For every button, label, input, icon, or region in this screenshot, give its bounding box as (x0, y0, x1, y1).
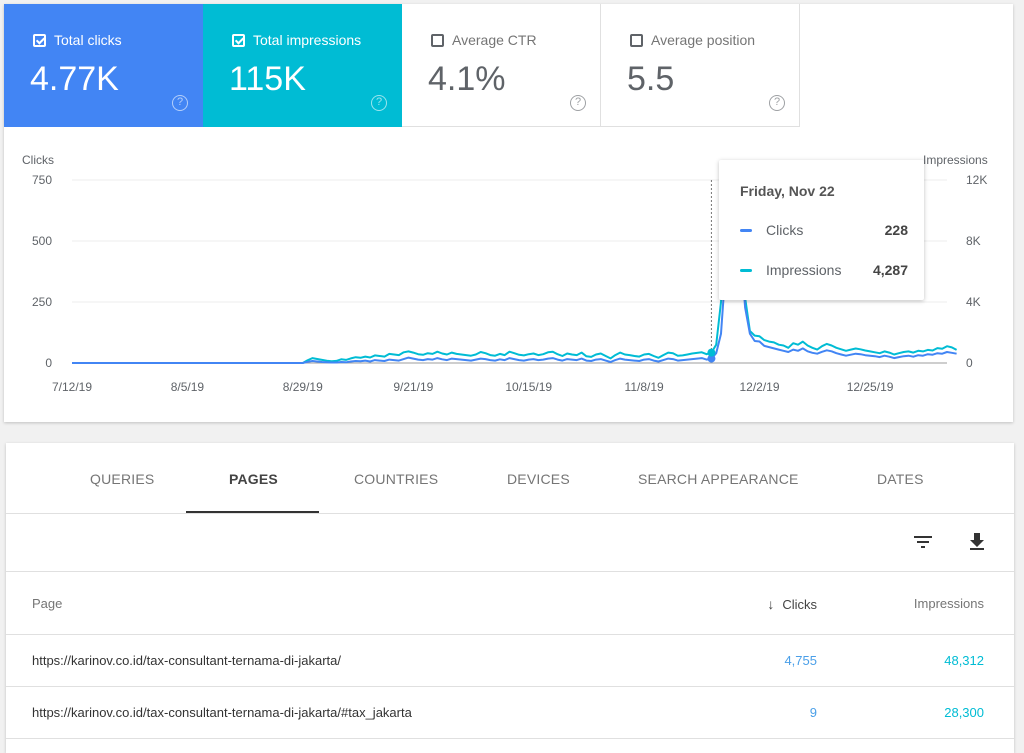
column-header-impressions[interactable]: Impressions (914, 596, 984, 611)
chart-tooltip: Friday, Nov 22 Clicks 228 Impressions 4,… (719, 160, 924, 300)
tooltip-value: 4,287 (872, 262, 908, 278)
tab-pages[interactable]: PAGES (229, 471, 278, 487)
download-icon[interactable] (966, 530, 988, 552)
tooltip-value: 228 (884, 222, 908, 238)
x-tick-label: 7/12/19 (52, 380, 92, 394)
tooltip-label: Impressions (766, 262, 842, 278)
page-url: https://karinov.co.id/tax-consultant-ter… (32, 653, 342, 668)
x-tick-label: 12/25/19 (847, 380, 894, 394)
right-tick-label: 8K (966, 234, 981, 248)
tab-queries[interactable]: QUERIES (90, 471, 154, 487)
tab-search-appearance[interactable]: SEARCH APPEARANCE (638, 471, 799, 487)
page-url: https://karinov.co.id/tax-consultant-ter… (32, 705, 412, 720)
right-tick-label: 12K (966, 173, 987, 187)
table-header: Page ↓ Clicks Impressions (6, 572, 1014, 635)
column-header-clicks-label: Clicks (782, 597, 817, 612)
table-row[interactable]: https://karinov.co.id/tax-consultant-ter… (6, 687, 1014, 739)
x-tick-label: 8/5/19 (171, 380, 205, 394)
left-tick-label: 500 (32, 234, 52, 248)
tooltip-date: Friday, Nov 22 (740, 183, 835, 199)
right-tick-label: 4K (966, 295, 981, 309)
sort-descending-icon: ↓ (767, 596, 775, 612)
x-tick-label: 9/21/19 (393, 380, 433, 394)
tooltip-label: Clicks (766, 222, 804, 238)
right-tick-label: 0 (966, 356, 973, 370)
left-tick-label: 750 (32, 173, 52, 187)
column-header-page[interactable]: Page (32, 596, 62, 611)
tooltip-row-clicks: Clicks 228 (740, 222, 908, 238)
hover-point-impressions (707, 348, 716, 357)
left-tick-label: 250 (32, 295, 52, 309)
clicks-value: 4,755 (784, 653, 817, 668)
active-tab-indicator (186, 511, 319, 513)
table-row[interactable]: https://karinov.co.id/tax-consultant-ter… (6, 635, 1014, 687)
tab-dates[interactable]: DATES (877, 471, 924, 487)
performance-card: Total clicks 4.77K ? Total impressions 1… (4, 4, 1013, 422)
impressions-value: 48,312 (944, 653, 984, 668)
filter-icon[interactable] (912, 532, 934, 552)
clicks-value: 9 (809, 705, 817, 720)
table-card: QUERIES PAGES COUNTRIES DEVICES SEARCH A… (6, 443, 1014, 753)
column-header-clicks[interactable]: ↓ Clicks (767, 596, 817, 612)
table-toolbar (6, 514, 1014, 572)
tab-countries[interactable]: COUNTRIES (354, 471, 438, 487)
impressions-swatch-icon (740, 268, 752, 272)
dimension-tabs: QUERIES PAGES COUNTRIES DEVICES SEARCH A… (6, 443, 1014, 514)
tooltip-row-impressions: Impressions 4,287 (740, 262, 908, 278)
tab-devices[interactable]: DEVICES (507, 471, 570, 487)
impressions-value: 28,300 (944, 705, 984, 720)
x-tick-label: 12/2/19 (739, 380, 779, 394)
x-tick-label: 11/8/19 (625, 380, 664, 394)
x-tick-label: 8/29/19 (283, 380, 323, 394)
left-tick-label: 0 (45, 356, 52, 370)
x-tick-label: 10/15/19 (505, 380, 552, 394)
clicks-swatch-icon (740, 228, 752, 232)
